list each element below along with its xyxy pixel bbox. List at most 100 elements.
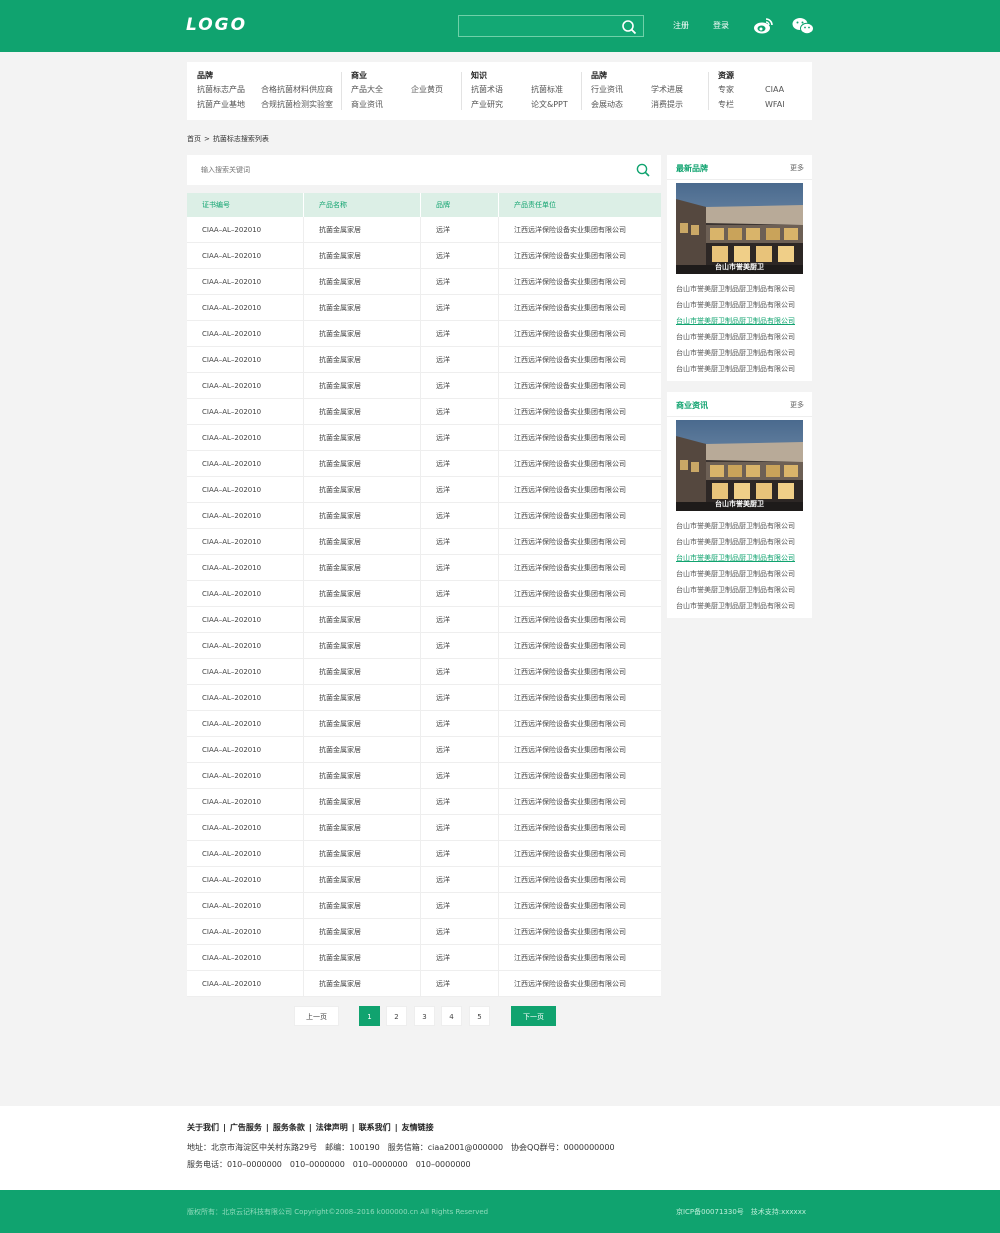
table-row[interactable]: CIAA–AL–202010 抗菌金属家居 远洋 江西远洋保险设备实业集团有限公司 <box>187 789 661 815</box>
list-item[interactable]: 台山市誉美厨卫制品厨卫制品有限公司 <box>676 313 795 329</box>
wechat-icon[interactable] <box>792 17 814 35</box>
search-icon[interactable] <box>636 163 650 177</box>
nav-link[interactable]: 商业资讯 <box>351 99 411 110</box>
page-button-5[interactable]: 5 <box>469 1006 490 1026</box>
list-item[interactable]: 台山市誉美厨卫制品厨卫制品有限公司 <box>676 582 795 598</box>
table-row[interactable]: CIAA–AL–202010 抗菌金属家居 远洋 江西远洋保险设备实业集团有限公司 <box>187 295 661 321</box>
table-row[interactable]: CIAA–AL–202010 抗菌金属家居 远洋 江西远洋保险设备实业集团有限公司 <box>187 893 661 919</box>
table-row[interactable]: CIAA–AL–202010 抗菌金属家居 远洋 江西远洋保险设备实业集团有限公司 <box>187 503 661 529</box>
page-button-4[interactable]: 4 <box>441 1006 462 1026</box>
next-page-button[interactable]: 下一页 <box>511 1006 556 1026</box>
table-row[interactable]: CIAA–AL–202010 抗菌金属家居 远洋 江西远洋保险设备实业集团有限公司 <box>187 945 661 971</box>
footer-link[interactable]: 广告服务 <box>230 1123 262 1132</box>
footer-link[interactable]: 法律声明 <box>316 1123 348 1132</box>
nav-link[interactable]: CIAA <box>765 85 784 94</box>
list-item[interactable]: 台山市誉美厨卫制品厨卫制品有限公司 <box>676 361 795 377</box>
news-image[interactable]: 台山市誉美厨卫 <box>676 420 803 511</box>
column-header-company[interactable]: 产品责任单位 <box>499 193 661 217</box>
more-link[interactable]: 更多 <box>790 163 804 173</box>
list-item[interactable]: 台山市誉美厨卫制品厨卫制品有限公司 <box>676 550 795 566</box>
nav-link[interactable]: 抗菌标准 <box>531 84 563 95</box>
list-item[interactable]: 台山市誉美厨卫制品厨卫制品有限公司 <box>676 281 795 297</box>
table-row[interactable]: CIAA–AL–202010 抗菌金属家居 远洋 江西远洋保险设备实业集团有限公司 <box>187 529 661 555</box>
list-item[interactable]: 台山市誉美厨卫制品厨卫制品有限公司 <box>676 518 795 534</box>
logo[interactable]: LOGO <box>186 15 247 35</box>
page-button-2[interactable]: 2 <box>386 1006 407 1026</box>
list-item[interactable]: 台山市誉美厨卫制品厨卫制品有限公司 <box>676 297 795 313</box>
cell-company: 江西远洋保险设备实业集团有限公司 <box>514 694 626 702</box>
nav-link[interactable]: WFAI <box>765 100 785 109</box>
column-header-product[interactable]: 产品名称 <box>304 193 421 217</box>
table-row[interactable]: CIAA–AL–202010 抗菌金属家居 远洋 江西远洋保险设备实业集团有限公司 <box>187 243 661 269</box>
nav-link[interactable]: 抗菌标志产品 <box>197 84 261 95</box>
cell-product: 抗菌金属家居 <box>304 893 421 918</box>
nav-link[interactable]: 消费提示 <box>651 99 683 110</box>
nav-link[interactable]: 专栏 <box>718 99 765 110</box>
table-row[interactable]: CIAA–AL–202010 抗菌金属家居 远洋 江西远洋保险设备实业集团有限公司 <box>187 217 661 243</box>
table-row[interactable]: CIAA–AL–202010 抗菌金属家居 远洋 江西远洋保险设备实业集团有限公司 <box>187 763 661 789</box>
prev-page-button[interactable]: 上一页 <box>294 1006 339 1026</box>
page-button-3[interactable]: 3 <box>414 1006 435 1026</box>
cell-company: 江西远洋保险设备实业集团有限公司 <box>514 746 626 754</box>
table-row[interactable]: CIAA–AL–202010 抗菌金属家居 远洋 江西远洋保险设备实业集团有限公司 <box>187 815 661 841</box>
header-search-input[interactable] <box>465 19 615 33</box>
nav-link[interactable]: 产业研究 <box>471 99 531 110</box>
search-icon[interactable] <box>621 19 637 35</box>
nav-link[interactable]: 学术进展 <box>651 84 683 95</box>
table-row[interactable]: CIAA–AL–202010 抗菌金属家居 远洋 江西远洋保险设备实业集团有限公司 <box>187 425 661 451</box>
breadcrumb-home[interactable]: 首页 <box>187 135 201 143</box>
nav-link[interactable]: 企业黄页 <box>411 84 443 95</box>
list-item[interactable]: 台山市誉美厨卫制品厨卫制品有限公司 <box>676 534 795 550</box>
footer-link[interactable]: 服务条款 <box>273 1123 305 1132</box>
business-news-card: 商业资讯 更多 台山市誉美厨卫 台山市誉美厨卫制品厨卫制品有限公司 台山市誉美厨… <box>667 392 812 618</box>
nav-link[interactable]: 合格抗菌材料供应商 <box>261 84 333 95</box>
list-item[interactable]: 台山市誉美厨卫制品厨卫制品有限公司 <box>676 345 795 361</box>
footer-link[interactable]: 联系我们 <box>359 1123 391 1132</box>
login-link[interactable]: 登录 <box>713 20 729 31</box>
list-item[interactable]: 台山市誉美厨卫制品厨卫制品有限公司 <box>676 566 795 582</box>
table-row[interactable]: CIAA–AL–202010 抗菌金属家居 远洋 江西远洋保险设备实业集团有限公司 <box>187 555 661 581</box>
table-row[interactable]: CIAA–AL–202010 抗菌金属家居 远洋 江西远洋保险设备实业集团有限公司 <box>187 633 661 659</box>
column-header-brand[interactable]: 品牌 <box>421 193 499 217</box>
table-row[interactable]: CIAA–AL–202010 抗菌金属家居 远洋 江西远洋保险设备实业集团有限公司 <box>187 399 661 425</box>
list-item[interactable]: 台山市誉美厨卫制品厨卫制品有限公司 <box>676 598 795 614</box>
cell-company: 江西远洋保险设备实业集团有限公司 <box>514 668 626 676</box>
table-row[interactable]: CIAA–AL–202010 抗菌金属家居 远洋 江西远洋保险设备实业集团有限公司 <box>187 347 661 373</box>
table-row[interactable]: CIAA–AL–202010 抗菌金属家居 远洋 江西远洋保险设备实业集团有限公司 <box>187 451 661 477</box>
weibo-icon[interactable] <box>753 17 773 35</box>
more-link[interactable]: 更多 <box>790 400 804 410</box>
table-row[interactable]: CIAA–AL–202010 抗菌金属家居 远洋 江西远洋保险设备实业集团有限公司 <box>187 607 661 633</box>
keyword-search-input[interactable] <box>201 164 601 176</box>
nav-link[interactable]: 行业资讯 <box>591 84 651 95</box>
nav-link[interactable]: 抗菌术语 <box>471 84 531 95</box>
register-link[interactable]: 注册 <box>673 20 689 31</box>
footer-link[interactable]: 关于我们 <box>187 1123 219 1132</box>
nav-link[interactable]: 论文&PPT <box>531 99 568 110</box>
table-row[interactable]: CIAA–AL–202010 抗菌金属家居 远洋 江西远洋保险设备实业集团有限公司 <box>187 971 661 997</box>
table-row[interactable]: CIAA–AL–202010 抗菌金属家居 远洋 江西远洋保险设备实业集团有限公司 <box>187 919 661 945</box>
cell-company: 江西远洋保险设备实业集团有限公司 <box>514 330 626 338</box>
table-row[interactable]: CIAA–AL–202010 抗菌金属家居 远洋 江西远洋保险设备实业集团有限公司 <box>187 269 661 295</box>
nav-link[interactable]: 会展动态 <box>591 99 651 110</box>
nav-link[interactable]: 产品大全 <box>351 84 411 95</box>
table-row[interactable]: CIAA–AL–202010 抗菌金属家居 远洋 江西远洋保险设备实业集团有限公司 <box>187 477 661 503</box>
column-header-cert-no[interactable]: 证书编号 <box>187 193 304 217</box>
table-row[interactable]: CIAA–AL–202010 抗菌金属家居 远洋 江西远洋保险设备实业集团有限公司 <box>187 321 661 347</box>
table-row[interactable]: CIAA–AL–202010 抗菌金属家居 远洋 江西远洋保险设备实业集团有限公司 <box>187 867 661 893</box>
table-row[interactable]: CIAA–AL–202010 抗菌金属家居 远洋 江西远洋保险设备实业集团有限公司 <box>187 711 661 737</box>
page-button-1[interactable]: 1 <box>359 1006 380 1026</box>
footer-link[interactable]: 友情链接 <box>402 1123 434 1132</box>
brand-list: 台山市誉美厨卫制品厨卫制品有限公司 台山市誉美厨卫制品厨卫制品有限公司 台山市誉美厨… <box>676 281 795 377</box>
nav-link[interactable]: 合规抗菌检测实验室 <box>261 99 333 110</box>
table-row[interactable]: CIAA–AL–202010 抗菌金属家居 远洋 江西远洋保险设备实业集团有限公司 <box>187 373 661 399</box>
cell-company: 江西远洋保险设备实业集团有限公司 <box>514 512 626 520</box>
table-row[interactable]: CIAA–AL–202010 抗菌金属家居 远洋 江西远洋保险设备实业集团有限公司 <box>187 685 661 711</box>
brand-image[interactable]: 台山市誉美厨卫 <box>676 183 803 274</box>
table-row[interactable]: CIAA–AL–202010 抗菌金属家居 远洋 江西远洋保险设备实业集团有限公司 <box>187 737 661 763</box>
table-row[interactable]: CIAA–AL–202010 抗菌金属家居 远洋 江西远洋保险设备实业集团有限公司 <box>187 581 661 607</box>
table-row[interactable]: CIAA–AL–202010 抗菌金属家居 远洋 江西远洋保险设备实业集团有限公司 <box>187 659 661 685</box>
nav-link[interactable]: 专家 <box>718 84 765 95</box>
nav-link[interactable]: 抗菌产业基地 <box>197 99 261 110</box>
list-item[interactable]: 台山市誉美厨卫制品厨卫制品有限公司 <box>676 329 795 345</box>
table-row[interactable]: CIAA–AL–202010 抗菌金属家居 远洋 江西远洋保险设备实业集团有限公司 <box>187 841 661 867</box>
